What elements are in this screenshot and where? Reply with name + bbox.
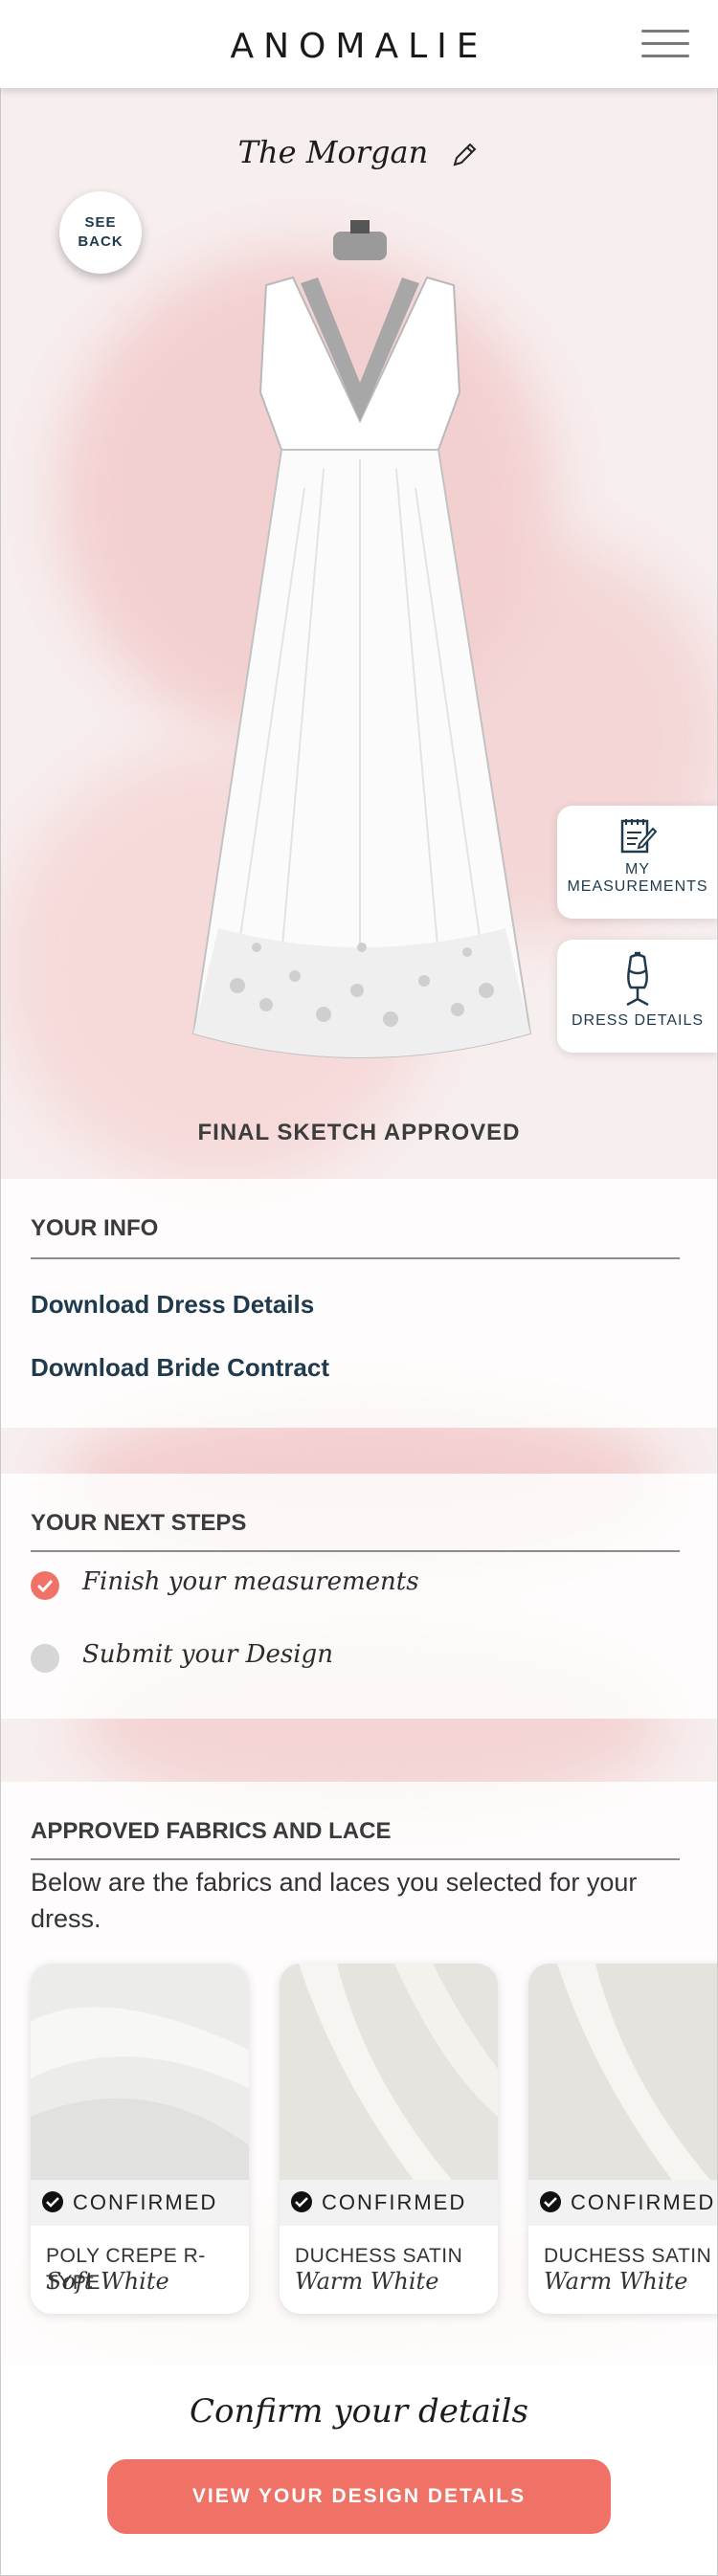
page-frame [0,0,718,2576]
brand-logo[interactable]: ANOMALIE [0,27,718,66]
hamburger-menu-icon[interactable] [641,30,689,58]
app-header: ANOMALIE [0,0,718,88]
